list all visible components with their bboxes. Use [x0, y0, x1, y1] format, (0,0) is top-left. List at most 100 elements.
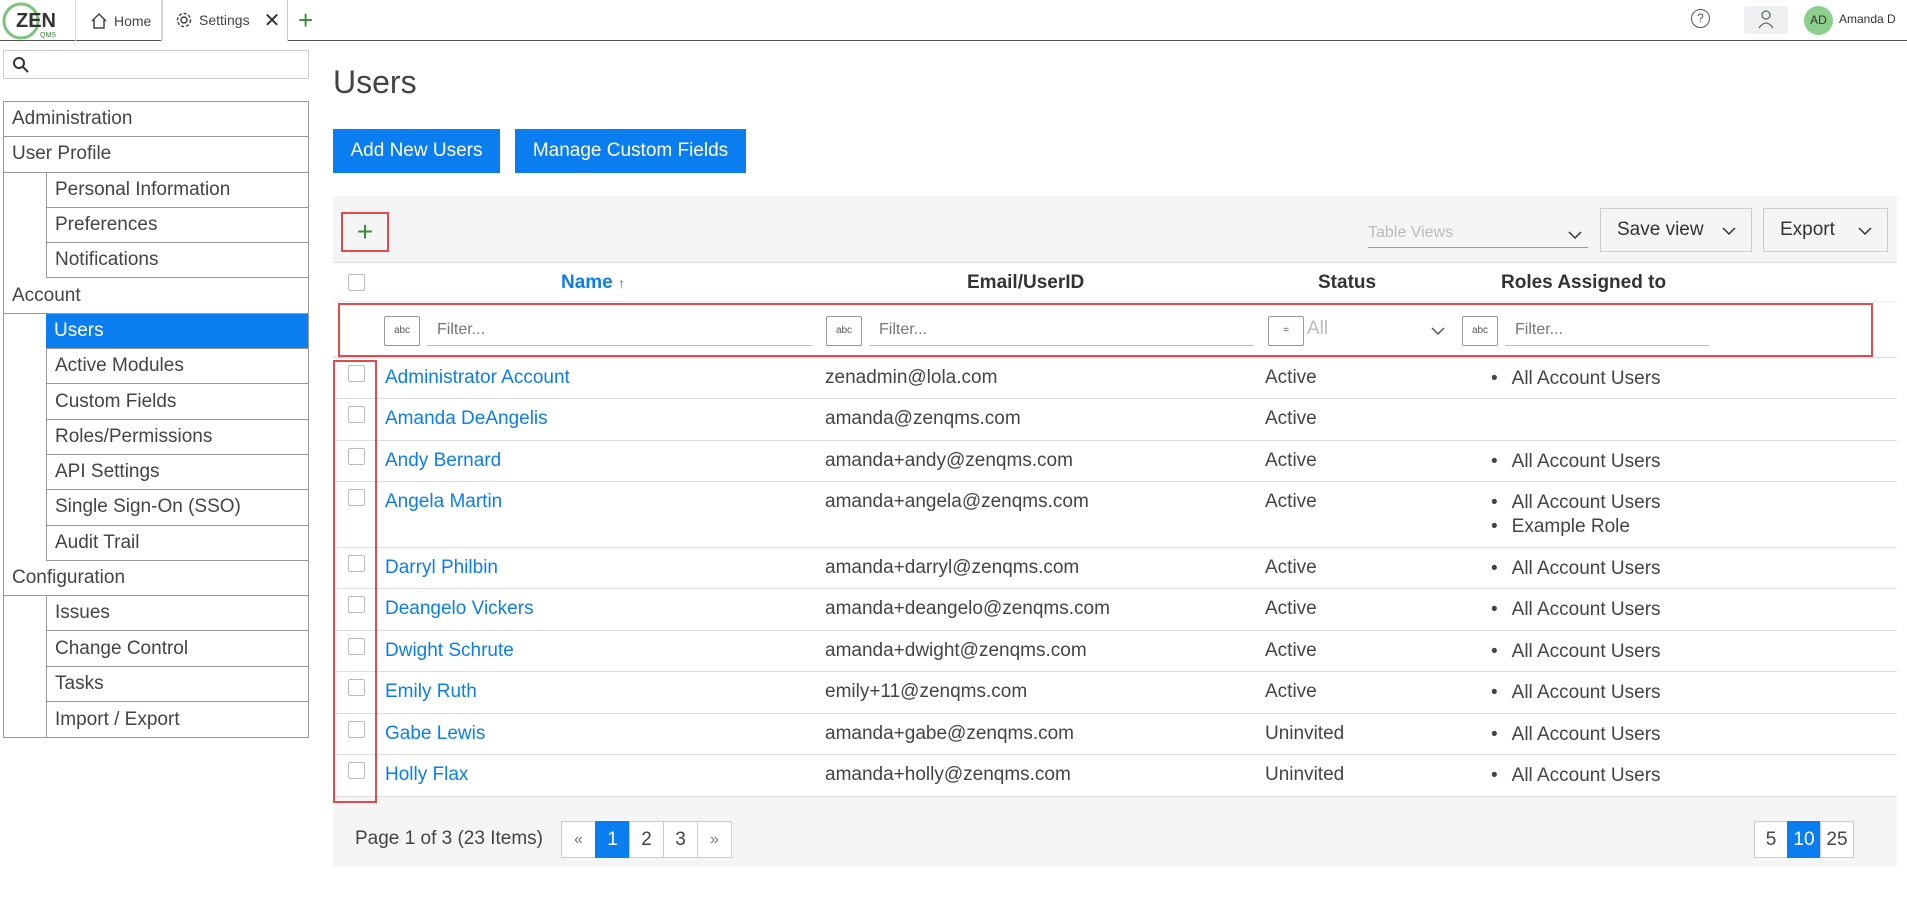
sidebar-item-api-settings[interactable]: API Settings — [46, 454, 308, 491]
close-tab-icon[interactable]: ✕ — [264, 8, 281, 33]
zen-logo[interactable]: ZEN QMS — [2, 2, 64, 40]
table-row[interactable]: Emily Ruth emily+11@zenqms.com Active Al… — [333, 672, 1897, 714]
role-item: All Account Users — [1493, 491, 1661, 515]
column-header-roles[interactable]: Roles Assigned to — [1501, 272, 1666, 294]
row-checkbox[interactable] — [348, 638, 365, 655]
table-header: Name ↑ Email/UserID Status Roles Assigne… — [333, 262, 1897, 302]
new-tab-button[interactable]: + — [298, 6, 313, 34]
sidebar-item-administration[interactable]: Administration — [4, 102, 308, 138]
email-filter-input[interactable] — [869, 314, 1254, 346]
row-checkbox[interactable] — [348, 406, 365, 423]
sidebar-item-account[interactable]: Account — [4, 278, 308, 314]
sidebar-item-roles-permissions[interactable]: Roles/Permissions — [46, 419, 308, 455]
page-size-25[interactable]: 25 — [1820, 821, 1854, 858]
page-button-3[interactable]: 3 — [663, 821, 698, 858]
name-filter-operator[interactable]: abc — [384, 316, 420, 346]
add-row-button[interactable]: + — [341, 212, 389, 252]
avatar[interactable]: AD — [1804, 6, 1833, 35]
user-name-link[interactable]: Amanda DeAngelis — [385, 408, 548, 430]
user-name[interactable]: Amanda D — [1839, 12, 1896, 26]
user-name-link[interactable]: Andy Bernard — [385, 450, 501, 472]
email-filter-operator[interactable]: abc — [826, 316, 862, 346]
sidebar-item-notifications[interactable]: Notifications — [46, 243, 308, 279]
user-name-link[interactable]: Deangelo Vickers — [385, 598, 534, 620]
user-roles: All Account Users — [1493, 640, 1661, 664]
export-button[interactable]: Export — [1763, 208, 1888, 252]
add-new-users-button[interactable]: Add New Users — [333, 129, 500, 173]
sidebar-item-active-modules[interactable]: Active Modules — [46, 349, 308, 385]
roles-filter-input[interactable] — [1505, 314, 1709, 346]
sidebar-item-preferences[interactable]: Preferences — [46, 207, 308, 244]
row-checkbox[interactable] — [348, 679, 365, 696]
sidebar-item-users[interactable]: Users — [46, 313, 308, 350]
user-name-link[interactable]: Dwight Schrute — [385, 640, 514, 662]
table-row[interactable]: Amanda DeAngelis amanda@zenqms.com Activ… — [333, 399, 1897, 441]
table-row[interactable]: Deangelo Vickers amanda+deangelo@zenqms.… — [333, 589, 1897, 631]
table-row[interactable]: Angela Martin amanda+angela@zenqms.com A… — [333, 482, 1897, 548]
person-icon — [1758, 10, 1774, 29]
select-all-checkbox[interactable] — [348, 274, 365, 291]
row-checkbox[interactable] — [348, 555, 365, 572]
row-checkbox[interactable] — [348, 596, 365, 613]
role-item: All Account Users — [1493, 764, 1661, 788]
row-checkbox[interactable] — [348, 721, 365, 738]
user-status: Active — [1265, 367, 1317, 388]
help-icon[interactable]: ? — [1691, 9, 1710, 28]
sidebar-item-configuration[interactable]: Configuration — [4, 561, 308, 597]
sidebar-nav: Administration User Profile Personal Inf… — [3, 101, 309, 739]
role-item: All Account Users — [1493, 640, 1661, 664]
user-name-link[interactable]: Darryl Philbin — [385, 557, 498, 579]
user-name-link[interactable]: Angela Martin — [385, 491, 502, 513]
user-roles: All Account Users — [1493, 557, 1661, 581]
user-roles: All Account Users — [1493, 367, 1661, 391]
sidebar-item-change-control[interactable]: Change Control — [46, 631, 308, 667]
table-row[interactable]: Administrator Account zenadmin@lola.com … — [333, 358, 1897, 399]
roles-filter-operator[interactable]: abc — [1462, 316, 1498, 346]
sidebar-item-sso[interactable]: Single Sign-On (SSO) — [46, 490, 308, 526]
page-button-2[interactable]: 2 — [629, 821, 664, 858]
row-checkbox[interactable] — [348, 448, 365, 465]
sidebar-item-issues[interactable]: Issues — [46, 596, 308, 632]
user-roles: All Account Users — [1493, 681, 1661, 705]
status-filter-select[interactable]: All — [1307, 318, 1447, 340]
user-name-link[interactable]: Administrator Account — [385, 367, 570, 389]
table-row[interactable]: Andy Bernard amanda+andy@zenqms.com Acti… — [333, 441, 1897, 482]
sidebar-item-label: Notifications — [55, 249, 159, 271]
sidebar-item-tasks[interactable]: Tasks — [46, 666, 308, 703]
page-size-10[interactable]: 10 — [1787, 821, 1821, 858]
tab-settings[interactable]: Settings ✕ — [162, 0, 288, 42]
sidebar-item-label: Personal Information — [55, 178, 231, 200]
sidebar-search-input[interactable] — [3, 50, 309, 79]
page-button-1[interactable]: 1 — [595, 821, 630, 858]
presence-button[interactable] — [1744, 6, 1788, 34]
row-checkbox[interactable] — [348, 762, 365, 779]
sidebar-item-import-export[interactable]: Import / Export — [46, 702, 308, 738]
save-view-button[interactable]: Save view — [1600, 208, 1752, 252]
tab-home[interactable]: Home — [75, 0, 162, 41]
sidebar-item-audit-trail[interactable]: Audit Trail — [46, 525, 308, 561]
table-row[interactable]: Darryl Philbin amanda+darryl@zenqms.com … — [333, 548, 1897, 589]
table-row[interactable]: Holly Flax amanda+holly@zenqms.com Uninv… — [333, 755, 1897, 797]
prev-page-button[interactable]: « — [561, 821, 596, 858]
sidebar-item-custom-fields[interactable]: Custom Fields — [46, 384, 308, 420]
column-header-email[interactable]: Email/UserID — [967, 272, 1084, 294]
table-row[interactable]: Gabe Lewis amanda+gabe@zenqms.com Uninvi… — [333, 714, 1897, 755]
page-size-5[interactable]: 5 — [1754, 821, 1788, 858]
table-row[interactable]: Dwight Schrute amanda+dwight@zenqms.com … — [333, 631, 1897, 672]
search-icon — [13, 57, 29, 73]
table-views-dropdown[interactable]: Table Views — [1368, 224, 1588, 248]
user-name-link[interactable]: Emily Ruth — [385, 681, 477, 703]
next-page-button[interactable]: » — [697, 821, 732, 858]
column-header-status[interactable]: Status — [1318, 272, 1376, 294]
name-filter-input[interactable] — [427, 314, 812, 346]
sidebar-item-label: Tasks — [55, 672, 104, 694]
row-checkbox[interactable] — [348, 489, 365, 506]
status-filter-operator[interactable]: = — [1268, 316, 1304, 346]
row-checkbox[interactable] — [348, 365, 365, 382]
user-name-link[interactable]: Gabe Lewis — [385, 723, 485, 745]
sidebar-item-user-profile[interactable]: User Profile — [4, 137, 308, 173]
sidebar-item-personal-information[interactable]: Personal Information — [46, 172, 308, 208]
user-name-link[interactable]: Holly Flax — [385, 764, 468, 786]
column-header-name[interactable]: Name ↑ — [561, 272, 625, 294]
manage-custom-fields-button[interactable]: Manage Custom Fields — [515, 129, 746, 173]
